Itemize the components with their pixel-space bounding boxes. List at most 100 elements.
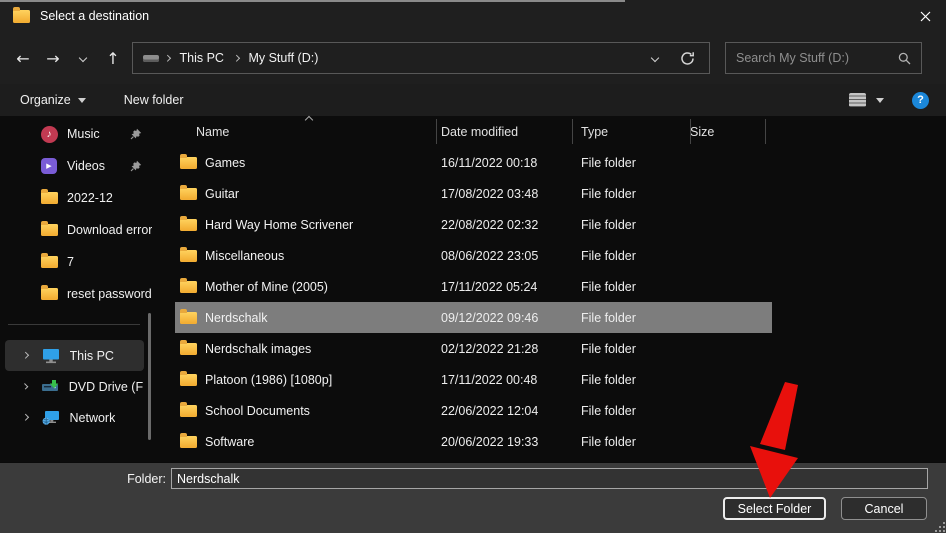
select-folder-button[interactable]: Select Folder bbox=[723, 497, 826, 520]
up-button[interactable]: ↑ bbox=[98, 42, 128, 74]
column-separator[interactable] bbox=[690, 119, 691, 144]
sidebar-tree-item[interactable]: This PC bbox=[5, 340, 144, 371]
cancel-label: Cancel bbox=[865, 502, 904, 516]
command-toolbar: Organize New folder ? bbox=[0, 84, 946, 116]
expand-chevron-icon[interactable] bbox=[22, 414, 28, 420]
sidebar-scrollbar[interactable] bbox=[148, 313, 151, 440]
sidebar-quick-item[interactable]: 2022-12 bbox=[0, 182, 170, 214]
folder-icon bbox=[180, 405, 197, 417]
file-date-modified: 08/06/2022 23:05 bbox=[431, 249, 567, 263]
file-row[interactable]: Platoon (1986) [1080p] 17/11/2022 00:48 … bbox=[175, 364, 772, 395]
file-row[interactable]: Guitar 17/08/2022 03:48 File folder bbox=[175, 178, 772, 209]
close-button[interactable] bbox=[904, 0, 946, 32]
select-destination-dialog: { "window": { "title": "Select a destina… bbox=[0, 0, 946, 533]
file-type: File folder bbox=[567, 249, 685, 263]
column-header-size[interactable]: Size bbox=[685, 116, 760, 147]
folder-icon bbox=[40, 221, 58, 239]
sidebar-quick-item[interactable]: Download error bbox=[0, 214, 170, 246]
column-separator[interactable] bbox=[765, 119, 766, 144]
videos-icon: ▶ bbox=[40, 157, 58, 175]
dropdown-caret-icon bbox=[78, 98, 86, 103]
folder-icon bbox=[180, 343, 197, 355]
folder-name-input[interactable] bbox=[171, 468, 928, 489]
sidebar-quick-item[interactable]: 7 bbox=[0, 246, 170, 278]
column-header-date-modified[interactable]: Date modified bbox=[431, 116, 567, 147]
forward-button[interactable]: → bbox=[38, 42, 68, 74]
pin-icon bbox=[130, 160, 142, 175]
sidebar-item-label: Network bbox=[70, 411, 116, 425]
file-name: Guitar bbox=[205, 187, 239, 201]
file-row[interactable]: Nerdschalk images 02/12/2022 21:28 File … bbox=[175, 333, 772, 364]
file-date-modified: 17/11/2022 00:48 bbox=[431, 373, 567, 387]
file-date-modified: 22/06/2022 12:04 bbox=[431, 404, 567, 418]
file-row[interactable]: Hard Way Home Scrivener 22/08/2022 02:32… bbox=[175, 209, 772, 240]
up-icon: ↑ bbox=[106, 49, 119, 68]
expand-chevron-icon[interactable] bbox=[22, 384, 28, 390]
file-name: Software bbox=[205, 435, 254, 449]
folder-icon bbox=[180, 157, 197, 169]
sidebar-tree-item[interactable]: DVD Drive (F:) C bbox=[5, 371, 144, 402]
view-dropdown-caret-icon[interactable] bbox=[876, 98, 884, 103]
file-date-modified: 17/11/2022 05:24 bbox=[431, 280, 567, 294]
cancel-button[interactable]: Cancel bbox=[841, 497, 927, 520]
drive-icon bbox=[143, 55, 159, 62]
dvd-icon bbox=[41, 379, 59, 395]
column-header-name[interactable]: Name bbox=[175, 116, 431, 147]
column-label: Name bbox=[196, 125, 229, 139]
file-name: Nerdschalk images bbox=[205, 342, 311, 356]
navigation-bar: ← → ↑ This PC My Stuff (D:) Search My St… bbox=[0, 32, 946, 84]
column-label: Date modified bbox=[441, 125, 518, 139]
new-folder-label: New folder bbox=[124, 93, 184, 107]
refresh-icon[interactable] bbox=[680, 51, 695, 66]
sidebar-quick-item[interactable]: ♪ Music bbox=[0, 118, 170, 150]
column-header-type[interactable]: Type bbox=[567, 116, 685, 147]
details-view-icon[interactable] bbox=[849, 93, 866, 107]
file-name: Hard Way Home Scrivener bbox=[205, 218, 353, 232]
file-type: File folder bbox=[567, 373, 685, 387]
file-type: File folder bbox=[567, 342, 685, 356]
file-name: School Documents bbox=[205, 404, 310, 418]
file-row[interactable]: Miscellaneous 08/06/2022 23:05 File fold… bbox=[175, 240, 772, 271]
help-button[interactable]: ? bbox=[912, 92, 929, 109]
breadcrumb-this-pc[interactable]: This PC bbox=[176, 51, 228, 65]
sidebar-quick-item[interactable]: ▶ Videos bbox=[0, 150, 170, 182]
file-type: File folder bbox=[567, 404, 685, 418]
file-type: File folder bbox=[567, 435, 685, 449]
file-type: File folder bbox=[567, 280, 685, 294]
resize-grip-icon[interactable] bbox=[934, 521, 945, 532]
file-row[interactable]: Mother of Mine (2005) 17/11/2022 05:24 F… bbox=[175, 271, 772, 302]
chevron-down-icon bbox=[79, 54, 87, 62]
address-dropdown-icon[interactable] bbox=[651, 54, 659, 62]
folder-icon bbox=[180, 312, 197, 324]
main-area: ♪ Music ▶ Videos 2022-12 Download error … bbox=[0, 116, 946, 462]
folder-icon bbox=[180, 281, 197, 293]
column-separator[interactable] bbox=[436, 119, 437, 144]
recent-locations-button[interactable] bbox=[68, 42, 98, 74]
folder-icon bbox=[180, 250, 197, 262]
select-folder-label: Select Folder bbox=[738, 502, 812, 516]
new-folder-button[interactable]: New folder bbox=[124, 93, 184, 107]
navigation-pane: ♪ Music ▶ Videos 2022-12 Download error … bbox=[0, 116, 170, 462]
breadcrumb-separator-icon bbox=[233, 55, 239, 61]
address-bar[interactable]: This PC My Stuff (D:) bbox=[132, 42, 710, 74]
file-row[interactable]: Nerdschalk 09/12/2022 09:46 File folder bbox=[175, 302, 772, 333]
organize-button[interactable]: Organize bbox=[20, 93, 86, 107]
window-top-edge bbox=[0, 0, 625, 2]
file-type: File folder bbox=[567, 187, 685, 201]
breadcrumb-my-stuff[interactable]: My Stuff (D:) bbox=[244, 51, 322, 65]
sidebar-tree-item[interactable]: Network bbox=[5, 402, 144, 433]
file-name: Nerdschalk bbox=[205, 311, 268, 325]
file-type: File folder bbox=[567, 156, 685, 170]
dialog-folder-icon bbox=[13, 10, 30, 23]
sidebar-quick-item[interactable]: reset password c bbox=[0, 278, 170, 310]
back-button[interactable]: ← bbox=[8, 42, 38, 74]
column-separator[interactable] bbox=[572, 119, 573, 144]
file-row[interactable]: Software 20/06/2022 19:33 File folder bbox=[175, 426, 772, 457]
file-row[interactable]: School Documents 22/06/2022 12:04 File f… bbox=[175, 395, 772, 426]
sidebar-divider bbox=[8, 324, 140, 325]
sidebar-item-label: 7 bbox=[67, 255, 74, 269]
expand-chevron-icon[interactable] bbox=[22, 352, 28, 358]
search-input[interactable]: Search My Stuff (D:) bbox=[725, 42, 922, 74]
file-row[interactable]: Games 16/11/2022 00:18 File folder bbox=[175, 147, 772, 178]
monitor-icon bbox=[42, 348, 60, 364]
